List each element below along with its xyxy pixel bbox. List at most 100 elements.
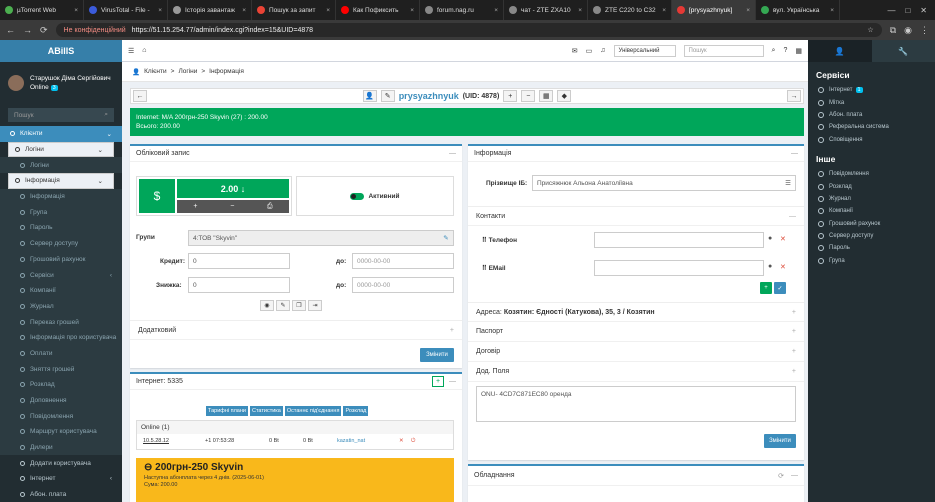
print-icon[interactable]: ⎙ [267, 203, 273, 211]
tab-close-icon[interactable]: × [406, 7, 414, 14]
profile-icon[interactable]: ◉ [904, 25, 912, 36]
delete-icon[interactable]: ✕ [780, 263, 786, 271]
fio-input[interactable]: Присяжнюк Альона Анатоліївна ☰ [532, 175, 796, 191]
add-button[interactable]: + [503, 90, 518, 102]
wrench-tab-icon[interactable]: 🔧 [871, 40, 935, 62]
stats-button[interactable]: Статистика [249, 406, 283, 416]
right-sidebar-item[interactable]: Абон. плата [808, 109, 935, 121]
extra-section[interactable]: Додатковий + [130, 320, 462, 340]
sidebar-item[interactable]: Логіни [0, 157, 122, 174]
top-search-icon[interactable]: ⌕ [772, 47, 776, 55]
reload-icon[interactable]: ⟳ [40, 25, 48, 36]
right-sidebar-item[interactable]: Сервер доступу [808, 230, 935, 242]
right-sidebar-item[interactable]: Повідомлення [808, 168, 935, 180]
browser-tab[interactable]: VirusTotal - File - × [84, 0, 168, 20]
chat-icon[interactable]: ▭ [586, 47, 593, 55]
tariffs-button[interactable]: Тарифні плани [206, 406, 248, 416]
browser-tab[interactable]: Історія завантаж × [168, 0, 252, 20]
tab-close-icon[interactable]: × [154, 7, 162, 14]
pencil-icon[interactable]: ✎ [439, 231, 453, 245]
browser-menu-icon[interactable]: ⋮ [920, 25, 929, 36]
browser-tab[interactable]: ZTE C220 to C32 × [588, 0, 672, 20]
right-sidebar-item[interactable]: Компанії [808, 205, 935, 217]
browser-tab[interactable]: чат - ZTE ZXA10 × [504, 0, 588, 20]
info-change-button[interactable]: Змінити [764, 434, 796, 448]
tab-close-icon[interactable]: × [658, 7, 666, 14]
forward-icon[interactable]: → [23, 25, 32, 35]
tab-close-icon[interactable]: × [322, 7, 330, 14]
collapse-icon[interactable]: — [791, 150, 798, 157]
home-icon[interactable]: ⌂ [142, 47, 146, 54]
sidebar-item[interactable]: Сервіси ‹ [0, 267, 122, 283]
right-sidebar-item[interactable]: Пароль [808, 242, 935, 254]
user-tab-icon[interactable]: 👤 [808, 40, 872, 62]
tab-close-icon[interactable]: × [238, 7, 246, 14]
sidebar-item[interactable]: Логіни ⌄ [8, 141, 114, 158]
tag-icon-button[interactable]: ◆ [557, 90, 572, 102]
tab-close-icon[interactable]: × [742, 7, 750, 14]
collapse-icon[interactable]: — [449, 150, 456, 157]
sidebar-search-input[interactable]: Пошук ⌕ [8, 108, 114, 122]
delete-icon[interactable]: ✕ [780, 235, 786, 243]
language-select[interactable]: Універсальний [613, 44, 676, 57]
sidebar-item[interactable]: Оплати [0, 345, 122, 362]
comment-icon[interactable]: ● [768, 263, 772, 270]
sidebar-item[interactable]: Інформація [0, 188, 122, 205]
breadcrumb-clients[interactable]: Клієнти [144, 68, 167, 75]
right-sidebar-item[interactable]: Грошовий рахунок [808, 218, 935, 230]
add-contact-button[interactable]: + [760, 282, 772, 294]
edit-icon-button[interactable]: ✎ [380, 90, 395, 102]
session-nas[interactable]: kazatin_nat [337, 438, 365, 444]
right-sidebar-item[interactable]: Сповіщення [808, 134, 935, 146]
back-arrow-button[interactable]: ← [133, 90, 147, 102]
sidebar-item[interactable]: Інформація про користувача [0, 329, 122, 346]
address-section[interactable]: Адреса: Козятин: Єдності (Катукова), 35,… [468, 302, 804, 322]
email-input[interactable] [594, 260, 764, 276]
active-toggle[interactable] [350, 192, 365, 200]
sidebar-item[interactable]: Інформація ⌄ [8, 173, 114, 189]
sidebar-item[interactable]: Розклад [0, 377, 122, 393]
sidebar-item[interactable]: Пароль [0, 220, 122, 236]
account-change-button[interactable]: Змінити [420, 348, 454, 362]
collapse-icon[interactable]: — [449, 378, 456, 385]
sidebar-item[interactable]: Доповнення [0, 392, 122, 409]
breadcrumb-logins[interactable]: Логіни [178, 68, 197, 75]
power-icon[interactable]: ⏻ [411, 438, 415, 445]
sidebar-item[interactable]: Інтернет ‹ [0, 471, 122, 487]
right-sidebar-item[interactable]: Інтернет 1 [808, 84, 935, 96]
deposit-minus-button[interactable]: − [230, 203, 234, 210]
sidebar-item[interactable]: Абон. плата [0, 487, 122, 502]
address-bar[interactable]: Не конфіденційний https://51.15.254.77/a… [55, 23, 882, 37]
sidebar-item[interactable]: Група [0, 204, 122, 221]
back-icon[interactable]: ← [6, 25, 15, 35]
sidebar-item[interactable]: Дилери [0, 439, 122, 456]
right-sidebar-item[interactable]: Реферальна система [808, 121, 935, 133]
sidebar-item[interactable]: Компанії [0, 282, 122, 299]
user-icon-button[interactable]: 👤 [362, 90, 377, 102]
comment-icon[interactable]: ● [768, 235, 772, 242]
sidebar-item[interactable]: Клієнти ⌄ [0, 126, 122, 142]
browser-tab[interactable]: [prysyazhnyuk] × [672, 0, 756, 20]
tab-close-icon[interactable]: × [490, 7, 498, 14]
save-contacts-button[interactable]: ✓ [774, 282, 786, 294]
refresh-icon[interactable]: ⟳ [778, 472, 784, 480]
pencil-icon[interactable]: ✎ [276, 300, 290, 311]
add-service-button[interactable]: + [432, 376, 444, 387]
discount-date-input[interactable]: 0000-00-00 [352, 277, 454, 293]
extensions-icon[interactable]: ⧉ [890, 25, 896, 36]
search-icon[interactable]: ⌕ [104, 111, 108, 119]
mail-icon[interactable]: ✉ [572, 47, 578, 55]
comment-textarea[interactable]: ONU- 4CD7C871EC80 оренда [476, 386, 796, 422]
right-sidebar-item[interactable]: Мітка [808, 96, 935, 108]
credit-date-input[interactable]: 0000-00-00 [352, 253, 454, 269]
eye-icon[interactable]: ◉ [260, 300, 274, 311]
sidebar-item[interactable]: Додати користувача [0, 455, 122, 471]
list-icon[interactable]: ☰ [781, 176, 795, 190]
sidebar-item[interactable]: Зняття грошей [0, 361, 122, 377]
contacts-section[interactable]: Контакти — [468, 206, 804, 226]
tab-close-icon[interactable]: × [70, 7, 78, 14]
sidebar-item[interactable]: Переказ грошей [0, 314, 122, 330]
help-icon[interactable]: ? [783, 47, 787, 54]
forward-arrow-button[interactable]: → [787, 90, 801, 102]
bell-icon[interactable]: ♫ [600, 47, 605, 54]
